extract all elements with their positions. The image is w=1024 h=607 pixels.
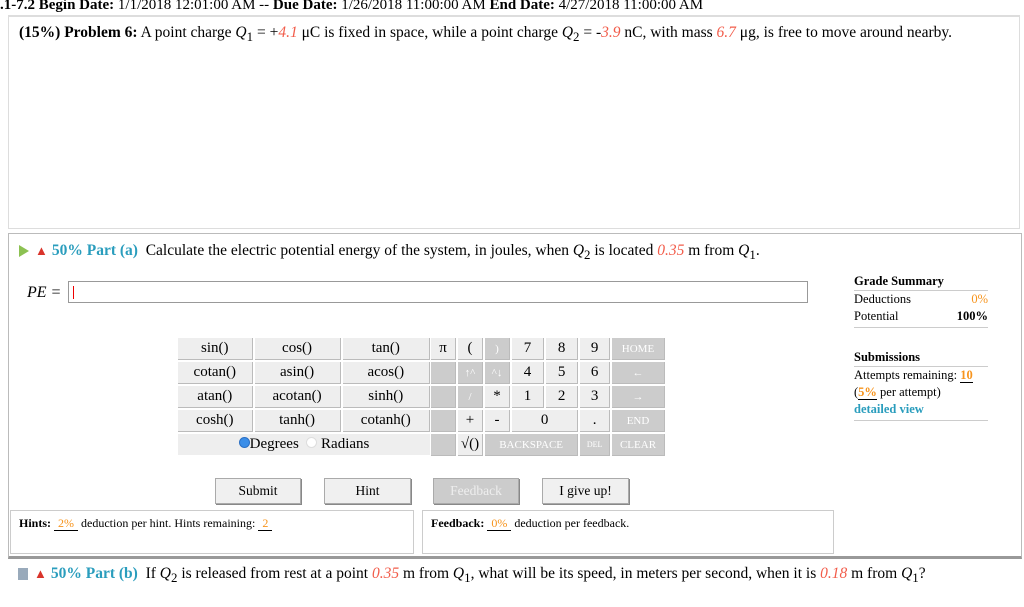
key-3[interactable]: 3 xyxy=(580,386,610,408)
text-caret xyxy=(73,286,74,299)
assignment-dates: .1-7.2 Begin Date: 1/1/2018 12:01:00 AM … xyxy=(0,0,704,13)
problem-box: (15%) Problem 6: A point charge Q1 = +4.… xyxy=(8,15,1020,229)
key-acotan[interactable]: acotan() xyxy=(254,386,341,408)
warning-icon: ▲ xyxy=(35,243,48,258)
feedback-info: Feedback: 0% deduction per feedback. xyxy=(422,510,834,554)
potential-value: 100% xyxy=(956,309,988,323)
detailed-view-link[interactable]: detailed view xyxy=(854,401,988,418)
key-divide[interactable]: / xyxy=(458,386,483,408)
pe-label: PE = xyxy=(27,284,62,301)
potential-label: Potential xyxy=(854,309,899,323)
warning-icon: ▲ xyxy=(34,566,47,581)
key-clear[interactable]: CLEAR xyxy=(612,434,665,456)
function-keypad: sin() cos() tan() cotan() asin() acos() atan… xyxy=(176,336,432,457)
key-cotan[interactable]: cotan() xyxy=(178,362,253,384)
key-asin[interactable]: asin() xyxy=(254,362,341,384)
key-backspace[interactable]: BACKSPACE xyxy=(485,434,579,456)
key-1[interactable]: 1 xyxy=(512,386,545,408)
submit-button[interactable]: Submit xyxy=(215,478,301,504)
deductions-value: 0% xyxy=(971,292,988,306)
hint-button[interactable]: Hint xyxy=(324,478,411,504)
key-0[interactable]: 0 xyxy=(512,410,579,432)
feedback-button[interactable]: Feedback xyxy=(433,478,519,504)
key-lparen[interactable]: ( xyxy=(458,338,483,360)
radians-radio[interactable] xyxy=(306,437,318,448)
key-rparen[interactable]: ) xyxy=(485,338,510,360)
grade-summary-title: Grade Summary xyxy=(854,274,944,288)
key-end[interactable]: END xyxy=(612,410,665,432)
key-minus[interactable]: - xyxy=(485,410,510,432)
collapsed-part-icon[interactable] xyxy=(18,568,28,581)
expand-arrow-icon[interactable] xyxy=(19,245,29,258)
key-blank xyxy=(431,434,456,456)
radians-label[interactable]: Radians xyxy=(321,436,369,452)
attempt-penalty: (5% per attempt) xyxy=(854,385,941,400)
angle-mode: Degrees Radians xyxy=(178,434,430,455)
key-tanh[interactable]: tanh() xyxy=(254,410,341,432)
key-superscript-up[interactable]: ↑^ xyxy=(458,362,483,384)
key-home[interactable]: HOME xyxy=(612,338,665,360)
key-8[interactable]: 8 xyxy=(546,338,579,360)
key-decimal[interactable]: . xyxy=(580,410,610,432)
give-up-button[interactable]: I give up! xyxy=(542,478,629,504)
key-left-arrow[interactable]: ← xyxy=(612,362,665,384)
key-multiply[interactable]: * xyxy=(485,386,510,408)
key-acos[interactable]: acos() xyxy=(342,362,430,384)
key-5[interactable]: 5 xyxy=(546,362,579,384)
key-blank xyxy=(431,362,456,384)
key-2[interactable]: 2 xyxy=(546,386,579,408)
grade-summary: Grade Summary Deductions 0% Potential 100%… xyxy=(854,272,988,421)
key-del[interactable]: DEL xyxy=(580,434,610,456)
key-9[interactable]: 9 xyxy=(580,338,610,360)
key-cos[interactable]: cos() xyxy=(254,338,341,360)
problem-statement: (15%) Problem 6: A point charge Q1 = +4.… xyxy=(19,24,952,45)
key-cosh[interactable]: cosh() xyxy=(178,410,253,432)
number-keypad: π() 7 8 9 HOME ↑^ ^↓ 4 5 6 ← / * 1 2 3 → + -0. END √() BA… xyxy=(429,336,667,458)
key-tan[interactable]: tan() xyxy=(342,338,430,360)
key-cotanh[interactable]: cotanh() xyxy=(342,410,430,432)
key-plus[interactable]: + xyxy=(458,410,483,432)
part-b-question: ▲ 50% Part (b) If Q2 is released from res… xyxy=(18,562,1008,590)
degrees-radio[interactable] xyxy=(238,437,250,448)
key-sqrt[interactable]: √() xyxy=(458,434,483,456)
hints-info: Hints: 2% deduction per hint. Hints rema… xyxy=(10,510,414,554)
submissions-title: Submissions xyxy=(854,350,921,364)
key-4[interactable]: 4 xyxy=(512,362,545,384)
key-sin[interactable]: sin() xyxy=(178,338,253,360)
key-pi[interactable]: π xyxy=(431,338,456,360)
key-blank xyxy=(431,386,456,408)
key-blank xyxy=(431,410,456,432)
key-atan[interactable]: atan() xyxy=(178,386,253,408)
key-superscript-down[interactable]: ^↓ xyxy=(485,362,510,384)
part-a-question: ▲ 50% Part (a) Calculate the electric pot… xyxy=(19,242,760,263)
attempts-remaining: Attempts remaining: 10 xyxy=(854,368,973,383)
degrees-label[interactable]: Degrees xyxy=(250,436,299,452)
key-sinh[interactable]: sinh() xyxy=(342,386,430,408)
key-6[interactable]: 6 xyxy=(580,362,610,384)
key-right-arrow[interactable]: → xyxy=(612,386,665,408)
key-7[interactable]: 7 xyxy=(512,338,545,360)
deductions-label: Deductions xyxy=(854,292,911,306)
answer-input[interactable] xyxy=(68,281,808,303)
